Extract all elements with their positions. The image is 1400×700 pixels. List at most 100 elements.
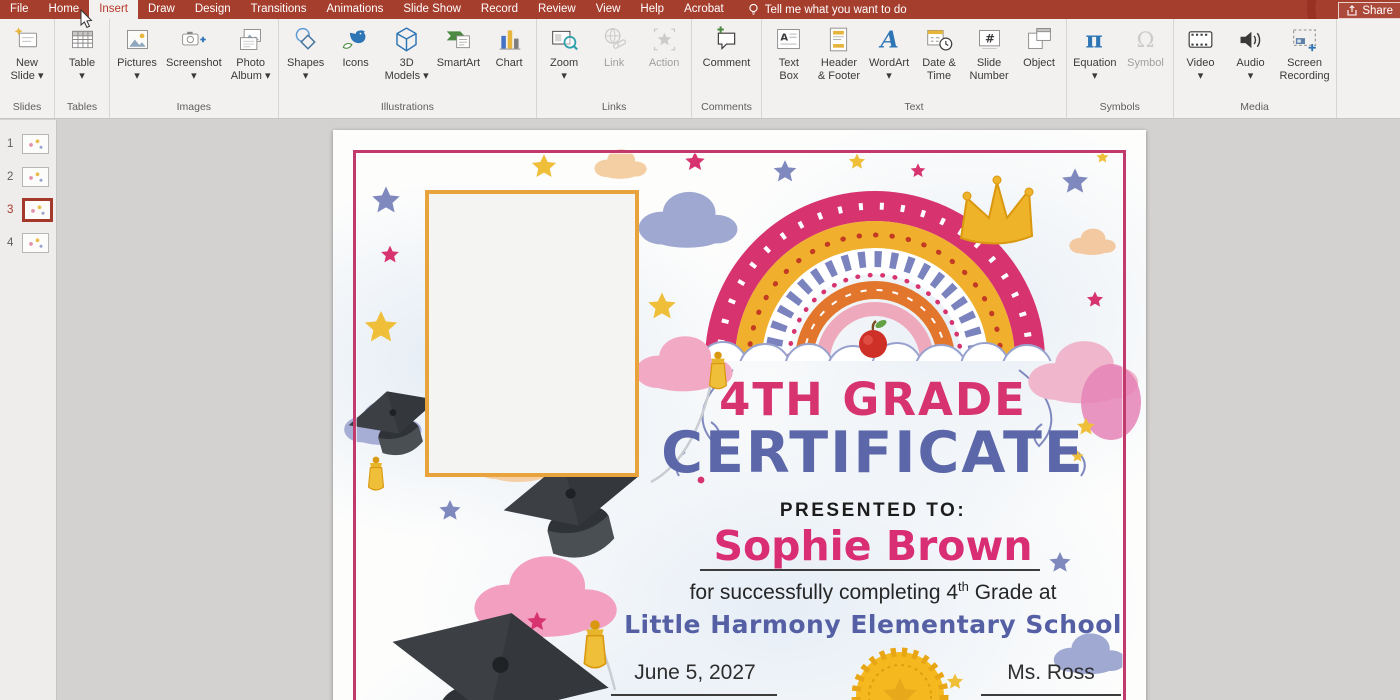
tab-slide-show[interactable]: Slide Show — [393, 0, 471, 19]
menu-tabs: FileHomeInsertDrawDesignTransitionsAnima… — [0, 0, 734, 19]
slide-thumbnail[interactable] — [22, 134, 49, 154]
ribbon-group-symbols: Equation▾Symbol Symbols — [1067, 19, 1173, 118]
certificate-title-line1[interactable]: 4TH GRADE — [468, 373, 1278, 426]
ribbon-button-action: Action — [639, 19, 689, 82]
ribbon-button-screen-recording[interactable]: ScreenRecording — [1276, 19, 1334, 82]
ribbon-button-audio[interactable]: Audio▾ — [1226, 19, 1276, 82]
slide-thumbnail[interactable] — [22, 198, 53, 222]
slide-canvas: 4TH GRADE CERTIFICATE PRESENTED TO: Soph… — [57, 120, 1400, 700]
slide-thumbnail[interactable] — [22, 167, 49, 187]
icons-icon — [341, 25, 370, 54]
ribbon-button-text-box[interactable]: TextBox — [764, 19, 814, 82]
tab-design[interactable]: Design — [185, 0, 241, 19]
mouse-cursor — [80, 9, 95, 29]
chart-icon — [495, 25, 524, 54]
ribbon-group-text: TextBoxHeader& FooterWordArt▾Date &TimeS… — [762, 19, 1067, 118]
titlebar: FileHomeInsertDrawDesignTransitionsAnima… — [0, 0, 1400, 19]
table-icon — [68, 25, 97, 54]
powerpoint-window: FileHomeInsertDrawDesignTransitionsAnima… — [0, 0, 1400, 700]
date-underline — [611, 694, 777, 696]
slide-editor[interactable]: 4TH GRADE CERTIFICATE PRESENTED TO: Soph… — [333, 130, 1146, 700]
slide-panel-item-3[interactable]: 3 — [0, 199, 56, 221]
share-button[interactable]: Share — [1338, 2, 1400, 19]
tab-help[interactable]: Help — [630, 0, 674, 19]
tab-insert[interactable]: Insert — [89, 0, 138, 19]
3d-models-icon — [392, 25, 421, 54]
ribbon-button-wordart[interactable]: WordArt▾ — [864, 19, 914, 82]
slide-number-label: 4 — [7, 237, 15, 249]
ribbon-button-symbol: Symbol — [1121, 19, 1171, 82]
tab-record[interactable]: Record — [471, 0, 528, 19]
ribbon-button-comment[interactable]: Comment — [699, 19, 755, 82]
audio-icon — [1236, 25, 1265, 54]
tab-animations[interactable]: Animations — [316, 0, 393, 19]
ribbon-group-comments: Comment Comments — [692, 19, 762, 118]
recipient-name[interactable]: Sophie Brown — [468, 522, 1278, 570]
body-prefix: for successfully completing 4 — [690, 581, 958, 604]
ribbon-button-slide-number[interactable]: SlideNumber — [964, 19, 1014, 82]
action-icon — [650, 25, 679, 54]
ribbon-button-chart[interactable]: Chart — [484, 19, 534, 82]
text-box-icon — [774, 25, 803, 54]
presented-to-label[interactable]: PRESENTED TO: — [468, 500, 1278, 522]
ribbon-group-label-slides: Slides — [2, 99, 52, 118]
app-body: 1 2 3 4 — [0, 120, 1400, 700]
object-icon — [1025, 25, 1054, 54]
ribbon-button-3d-models[interactable]: 3DModels ▾ — [381, 19, 433, 82]
screenshot-icon — [179, 25, 208, 54]
body-superscript: th — [958, 579, 969, 594]
ribbon-button-photo-album[interactable]: PhotoAlbum ▾ — [226, 19, 276, 82]
ribbon-button-video[interactable]: Video▾ — [1176, 19, 1226, 82]
ribbon-group-images: Pictures▾Screenshot▾PhotoAlbum ▾Images — [110, 19, 279, 118]
ribbon-button-smartart[interactable]: SmartArt — [433, 19, 484, 82]
ribbon-group-tables: Table▾Tables — [55, 19, 110, 118]
slide-panel-item-4[interactable]: 4 — [0, 232, 56, 254]
equation-icon — [1080, 25, 1109, 54]
link-icon — [600, 25, 629, 54]
ribbon-button-shapes[interactable]: Shapes▾ — [281, 19, 331, 82]
tellme-box[interactable]: Tell me what you want to do — [734, 0, 907, 19]
pictures-icon — [123, 25, 152, 54]
slide-panel-item-1[interactable]: 1 — [0, 133, 56, 155]
school-name[interactable]: Little Harmony Elementary School — [468, 610, 1278, 639]
ribbon-group-illustrations: Shapes▾Icons 3DModels ▾SmartArt Chart Il… — [279, 19, 537, 118]
ribbon-button-pictures[interactable]: Pictures▾ — [112, 19, 162, 82]
share-icon — [1346, 5, 1358, 17]
smartart-icon — [444, 25, 473, 54]
certificate-title-line2[interactable]: CERTIFICATE — [468, 420, 1278, 486]
tab-view[interactable]: View — [586, 0, 631, 19]
slide-number-label: 3 — [7, 204, 15, 216]
recipient-underline — [700, 569, 1040, 571]
tab-transitions[interactable]: Transitions — [241, 0, 317, 19]
tab-draw[interactable]: Draw — [138, 0, 185, 19]
ribbon-group-label-comments: Comments — [694, 99, 759, 118]
signer-field[interactable]: Ms. Ross — [983, 661, 1119, 685]
ribbon-button-date-time[interactable]: Date &Time — [914, 19, 964, 82]
ribbon-group-label-symbols: Symbols — [1069, 99, 1170, 118]
ribbon-group-label-tables: Tables — [57, 99, 107, 118]
new-slide-icon — [13, 25, 42, 54]
screen-recording-icon — [1290, 25, 1319, 54]
ribbon-button-zoom[interactable]: Zoom▾ — [539, 19, 589, 82]
date-field[interactable]: June 5, 2027 — [615, 661, 775, 685]
ribbon-group-slides: NewSlide ▾ Slides — [0, 19, 55, 118]
slide-number-label: 1 — [7, 138, 15, 150]
slide-thumbnail[interactable] — [22, 233, 49, 253]
ribbon-button-icons[interactable]: Icons — [331, 19, 381, 82]
certificate-body-text[interactable]: for successfully completing 4th Grade at — [468, 579, 1278, 605]
tab-file[interactable]: File — [0, 0, 39, 19]
ribbon-button-object[interactable]: Object — [1014, 19, 1064, 82]
tab-review[interactable]: Review — [528, 0, 586, 19]
ribbon-button-header-footer[interactable]: Header& Footer — [814, 19, 864, 82]
share-label: Share — [1362, 5, 1393, 17]
body-suffix: Grade at — [969, 581, 1057, 604]
shapes-icon — [291, 25, 320, 54]
ribbon-button-screenshot[interactable]: Screenshot▾ — [162, 19, 226, 82]
tellme-label: Tell me what you want to do — [765, 4, 907, 16]
ribbon-button-new-slide[interactable]: NewSlide ▾ — [2, 19, 52, 82]
slide-panel-item-2[interactable]: 2 — [0, 166, 56, 188]
ribbon-group-media: Video▾Audio▾ScreenRecordingMedia — [1174, 19, 1337, 118]
tab-acrobat[interactable]: Acrobat — [674, 0, 734, 19]
ribbon-button-equation[interactable]: Equation▾ — [1069, 19, 1120, 82]
zoom-icon — [550, 25, 579, 54]
